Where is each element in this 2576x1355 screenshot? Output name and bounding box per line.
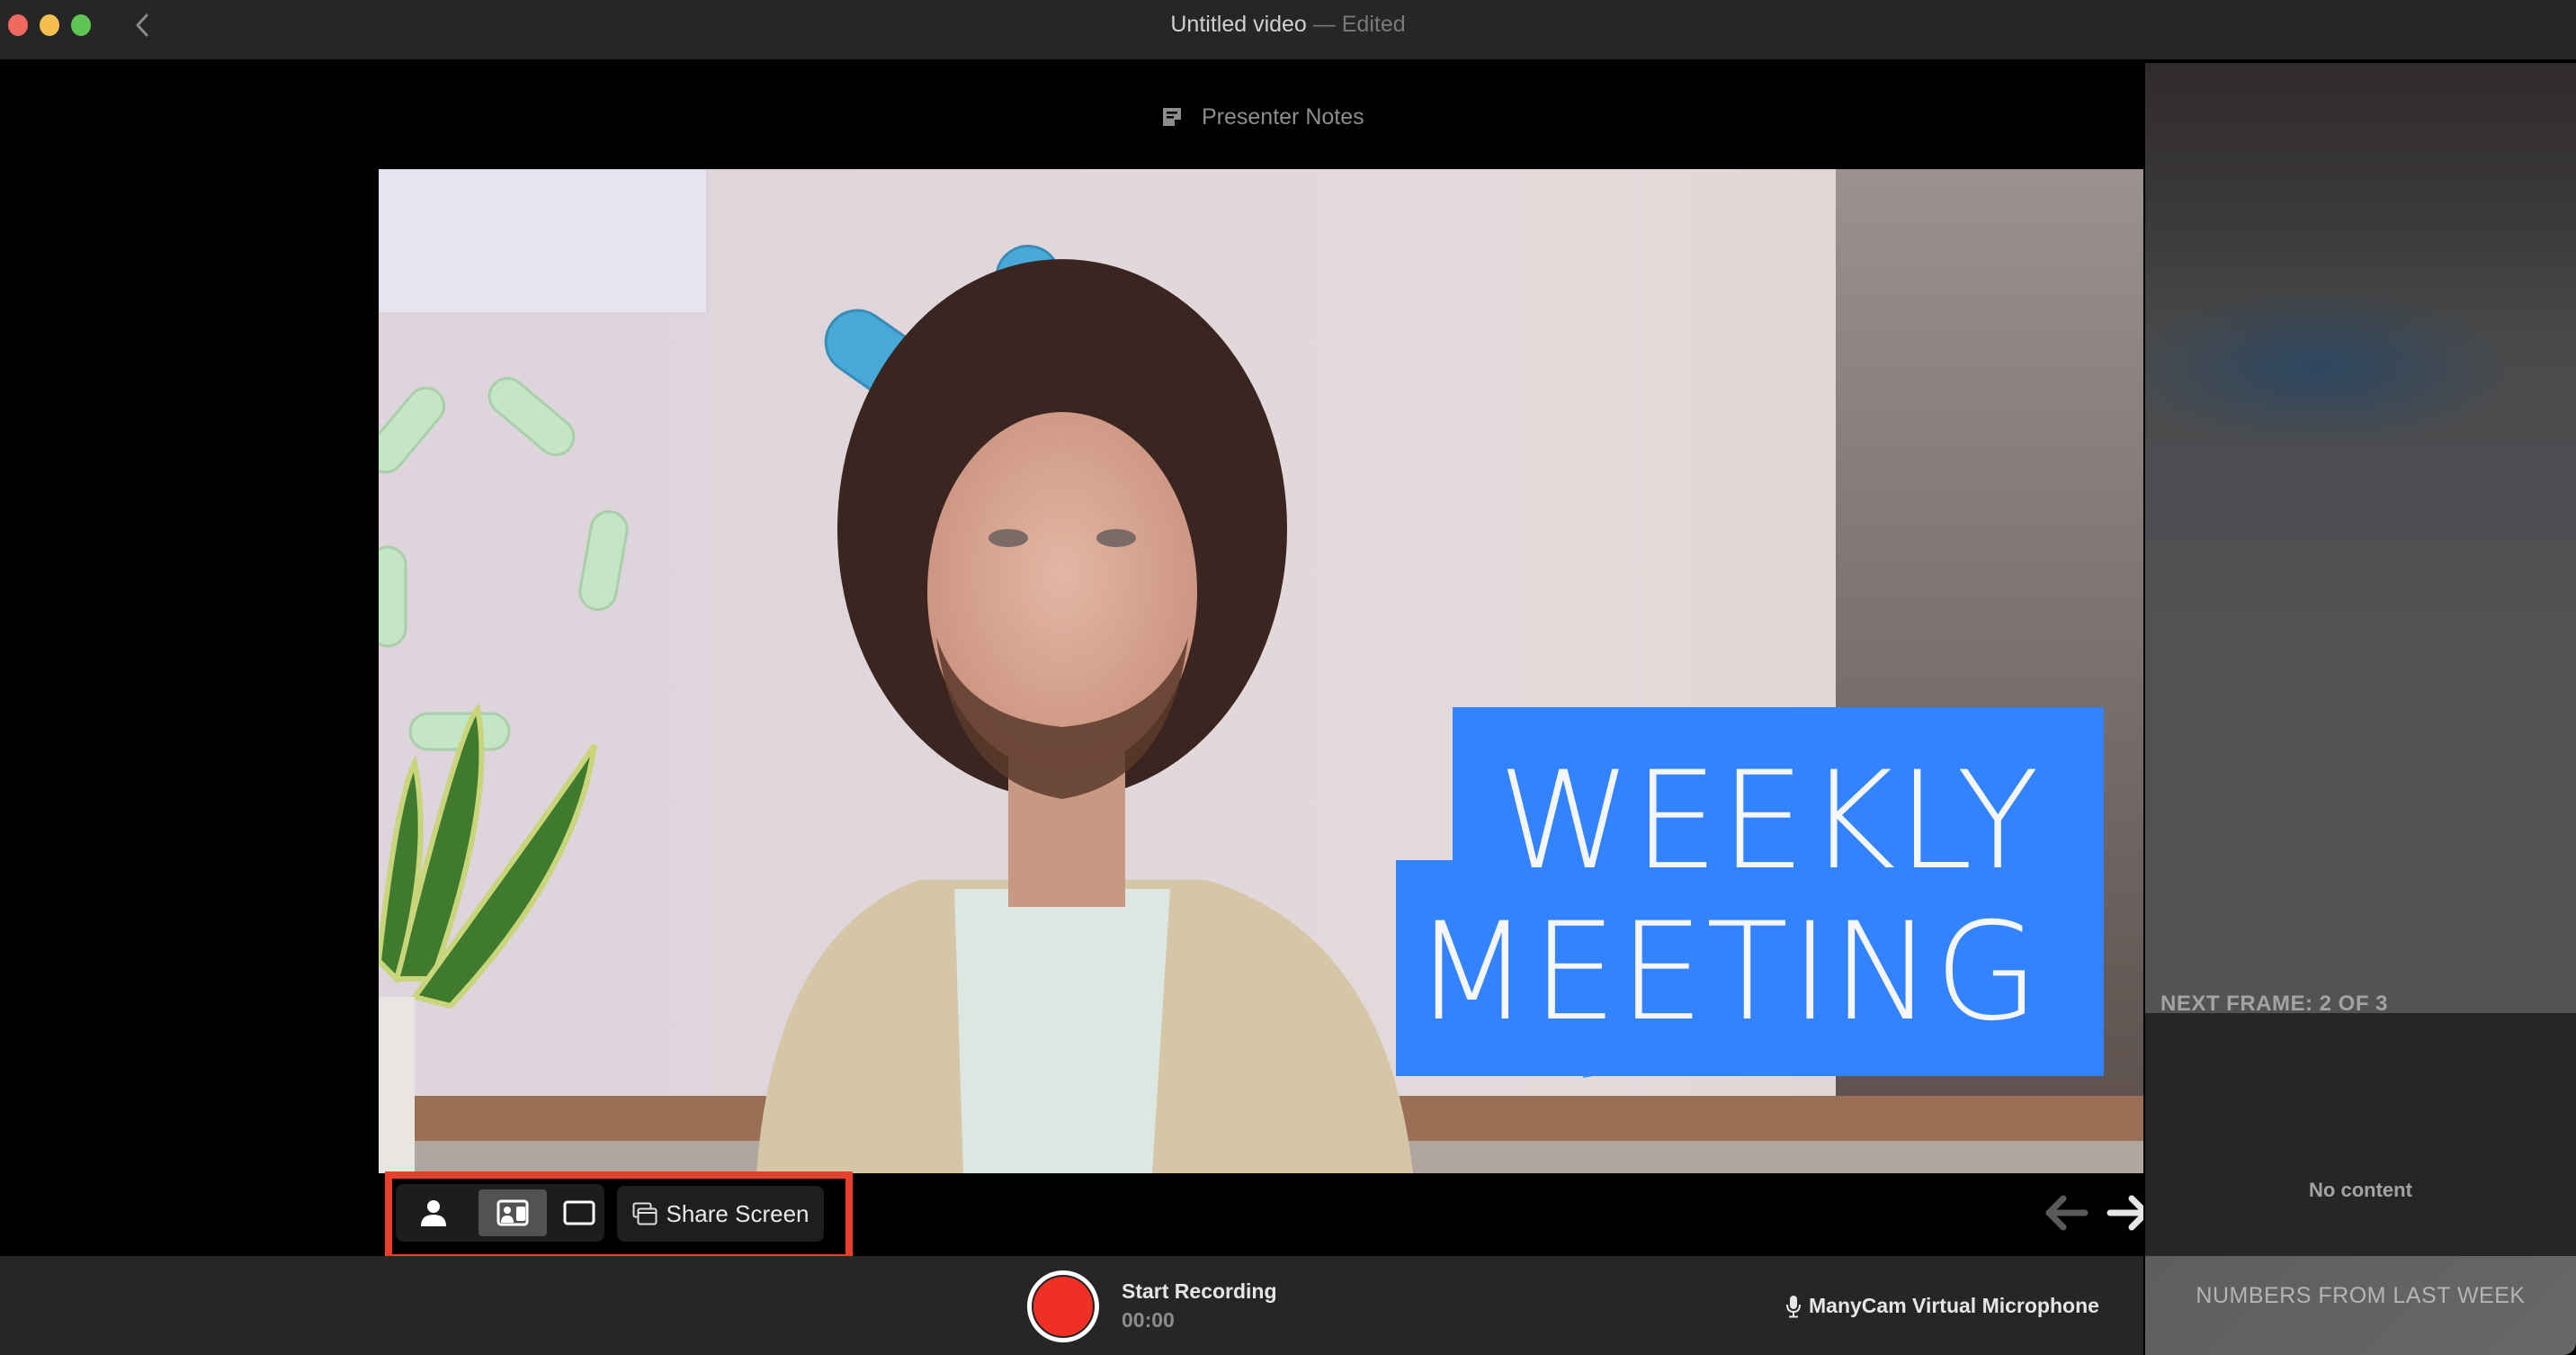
microphone-label: ManyCam Virtual Microphone [1809,1294,2099,1317]
share-screen-button[interactable]: Share Screen [617,1186,824,1242]
arrow-right-icon [2106,1195,2143,1231]
arrow-left-icon [2045,1195,2089,1231]
start-recording-button[interactable] [1027,1270,1099,1342]
record-timer: 00:00 [1122,1308,1175,1332]
layout-mode-selector [396,1184,604,1242]
previous-frame-button[interactable] [2042,1191,2092,1234]
next-frame-preview[interactable]: NEXT FRAME: 2 OF 3 [2145,63,2576,1016]
frames-panel: NEXT FRAME: 2 OF 3 No content NUMBERS FR… [2143,59,2576,1355]
next-frame-button[interactable] [2103,1191,2143,1234]
camera-preview: WEEKLY MEETING [379,169,2143,1173]
layout-camera-only-button[interactable] [399,1189,468,1236]
record-label: Start Recording [1122,1279,1277,1303]
title-overlay: WEEKLY MEETING [379,707,2143,1076]
title-bar: Untitled video — Edited [0,0,2576,59]
microphone-selector[interactable]: ManyCam Virtual Microphone [1785,1294,2099,1318]
title-separator: — [1306,12,1342,37]
document-title: Untitled video [1170,12,1307,37]
layout-screen-only-button[interactable] [545,1189,613,1236]
person-icon [421,1200,446,1226]
notes-icon [1163,108,1181,126]
screen-icon [563,1200,595,1225]
windows-icon [632,1202,657,1225]
recording-bar: Start Recording 00:00 ManyCam Virtual Mi… [0,1256,2143,1355]
presenter-notes-label: Presenter Notes [1202,103,1364,130]
record-icon [1032,1275,1095,1338]
presenter-notes-button[interactable]: Presenter Notes [1160,101,1364,133]
layout-camera-screen-button[interactable] [479,1189,547,1236]
microphone-icon [1786,1295,1801,1317]
overlay-line-2: MEETING [1413,894,2041,1051]
share-screen-label: Share Screen [666,1199,809,1227]
edited-status: Edited [1341,12,1406,37]
camera-screen-icon [496,1199,529,1226]
frame-content-area: No content [2145,1013,2576,1256]
overlay-line-1: WEEKLY [1498,743,2041,900]
recording-stage: Presenter Notes WEEKLY MEETING Share Scr… [0,59,2143,1256]
upcoming-frame-card[interactable]: NUMBERS FROM LAST WEEK [2145,1256,2576,1355]
window-title: Untitled video — Edited [0,12,2576,38]
no-content-label: No content [2309,1179,2412,1201]
upcoming-frame-title: NUMBERS FROM LAST WEEK [2196,1283,2526,1308]
